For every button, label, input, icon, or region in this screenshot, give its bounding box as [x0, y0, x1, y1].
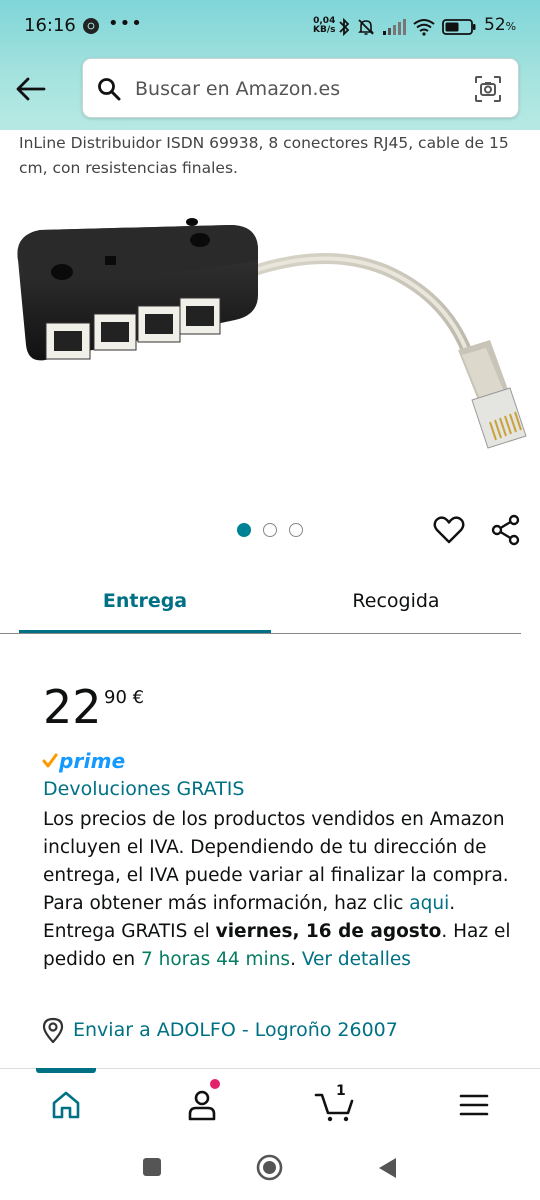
- cart-icon: [314, 1093, 354, 1122]
- home-icon: [52, 1091, 80, 1119]
- order-countdown: 7 horas 44 mins: [140, 949, 291, 970]
- nav-cart[interactable]: 1: [314, 1083, 354, 1123]
- nav-active-indicator: [36, 1068, 96, 1073]
- status-bar: 16:16 ••• 0,04 KB/s 52%: [0, 0, 540, 54]
- bluetooth-icon: [339, 17, 350, 37]
- delivery-info: Los precios de los productos vendidos en…: [43, 806, 513, 974]
- network-speed: 0,04 KB/s: [313, 17, 335, 35]
- carousel-dot-2[interactable]: [263, 523, 277, 537]
- delivery-prefix: Entrega GRATIS el: [43, 921, 216, 942]
- tab-recogida[interactable]: Recogida: [271, 570, 521, 632]
- tax-info-link[interactable]: aqui: [409, 893, 449, 914]
- battery-icon: [442, 19, 476, 35]
- nav-menu[interactable]: [454, 1087, 494, 1123]
- wifi-icon: [413, 19, 435, 36]
- prime-check-icon: [42, 753, 58, 768]
- delivery-separator: .: [290, 949, 302, 970]
- price-whole: 22: [43, 680, 102, 734]
- recent-apps-icon[interactable]: [143, 1158, 161, 1176]
- search-bar[interactable]: [82, 58, 519, 118]
- cart-count: 1: [336, 1083, 346, 1099]
- ship-to-address[interactable]: Enviar a ADOLFO - Logroño 26007: [42, 1015, 398, 1045]
- price-fraction: 90 €: [104, 687, 145, 708]
- delivery-tabs: Entrega Recogida: [0, 570, 540, 634]
- system-navigation-bar: [0, 1136, 540, 1200]
- carousel-dot-1[interactable]: [237, 523, 251, 537]
- product-title[interactable]: InLine Distribuidor ISDN 69938, 8 conect…: [19, 131, 519, 181]
- battery-percent: 52%: [484, 15, 517, 35]
- camera-search-icon[interactable]: [474, 75, 502, 103]
- more-notifications-icon: •••: [108, 13, 143, 34]
- app-header: 16:16 ••• 0,04 KB/s 52% Buscar en Amazon…: [0, 0, 540, 130]
- delivery-date: viernes, 16 de agosto: [215, 921, 442, 942]
- prime-label: prime: [59, 749, 126, 773]
- mute-bell-icon: [358, 19, 374, 35]
- heart-icon[interactable]: [432, 514, 466, 546]
- status-time: 16:16: [24, 15, 76, 36]
- bottom-navigation: 1: [0, 1068, 540, 1136]
- search-icon: [98, 78, 121, 101]
- menu-icon: [459, 1094, 489, 1116]
- nav-home[interactable]: [46, 1087, 86, 1123]
- notification-dot: [210, 1079, 220, 1089]
- ship-to-text: Enviar a ADOLFO - Logroño 26007: [73, 1019, 398, 1041]
- share-icon[interactable]: [490, 514, 522, 546]
- tax-info-end: .: [449, 893, 456, 914]
- chrome-icon: [83, 18, 99, 34]
- location-pin-icon: [42, 1017, 64, 1043]
- prime-logo: prime: [42, 748, 125, 774]
- signal-icon: [383, 19, 406, 35]
- free-returns-link[interactable]: Devoluciones GRATIS: [43, 778, 244, 800]
- tab-divider: [0, 633, 521, 634]
- back-arrow-icon[interactable]: [14, 72, 48, 106]
- search-input[interactable]: [135, 73, 465, 105]
- carousel-dot-3[interactable]: [289, 523, 303, 537]
- system-back-icon[interactable]: [376, 1156, 398, 1180]
- tab-entrega[interactable]: Entrega: [19, 570, 271, 632]
- view-details-link[interactable]: Ver detalles: [302, 949, 411, 970]
- battery-percent-value: 52: [484, 15, 506, 35]
- image-carousel-dots[interactable]: [237, 523, 303, 537]
- account-icon: [188, 1090, 216, 1121]
- nav-account[interactable]: [182, 1079, 222, 1123]
- product-image[interactable]: [10, 200, 530, 460]
- system-home-icon[interactable]: [256, 1154, 283, 1181]
- status-icons: [338, 16, 476, 38]
- network-speed-unit: KB/s: [313, 25, 336, 35]
